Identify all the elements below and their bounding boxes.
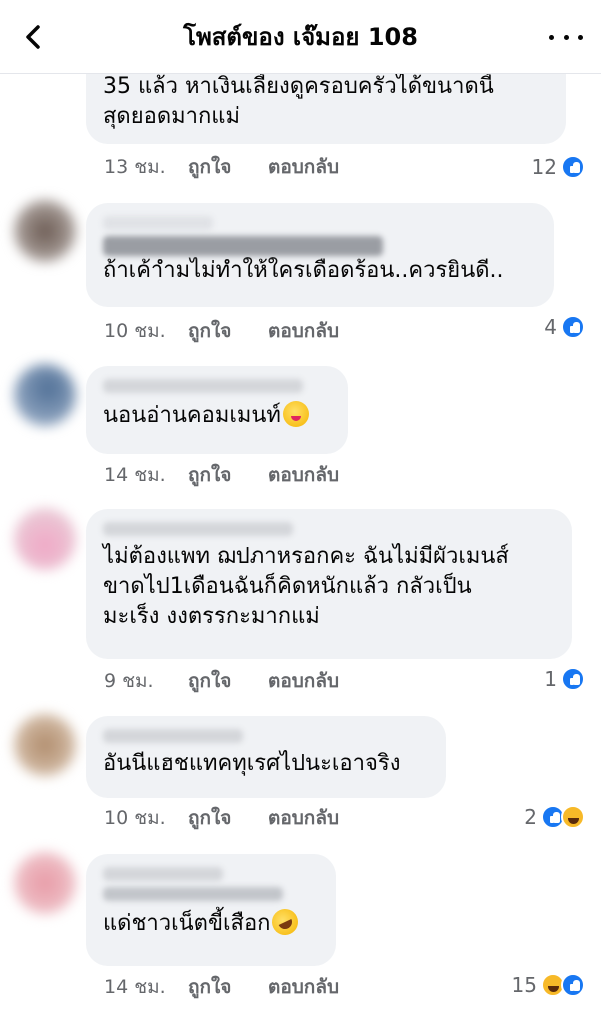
rofl-face-emoji-icon [268, 904, 303, 940]
avatar[interactable] [14, 364, 76, 426]
comment-text-line: 35 แล้ว หาเงินเลี้ยงดูครอบครัวได้ขนาดนี้ [103, 74, 494, 99]
like-button[interactable]: ถูกใจ [188, 460, 268, 490]
like-button[interactable]: ถูกใจ [188, 316, 268, 346]
yum-face-emoji-icon [282, 401, 309, 427]
comment-bubble[interactable]: แด่ชาวเน็ตขี้เสือก [86, 854, 336, 966]
avatar[interactable] [14, 714, 76, 776]
avatar[interactable] [14, 508, 76, 570]
comment-author[interactable] [103, 729, 243, 743]
comment-bubble[interactable]: อันนีแฮชแทคทุเรศไปนะเอาจริง [86, 716, 446, 798]
like-reaction-icon [561, 155, 585, 179]
reaction-summary[interactable]: 1 [544, 664, 585, 694]
reaction-summary[interactable]: 15 [512, 970, 585, 1000]
more-horizontal-icon [549, 34, 554, 40]
comment-author[interactable] [103, 216, 213, 230]
comment-text-line: ไม่ต้องแพท ฌปภาหรอกคะ ฉันไม่มีผัวเมนส์ [103, 544, 509, 569]
comment-author-tag[interactable] [103, 887, 283, 901]
like-button[interactable]: ถูกใจ [188, 972, 268, 1002]
page-title: โพสต์ของ เจ๊มอย 108 [183, 23, 418, 51]
reply-button[interactable]: ตอบกลับ [268, 152, 339, 182]
comment-text-line: มะเร็ง งงตรรกะมากแม่ [103, 604, 320, 629]
like-button[interactable]: ถูกใจ [188, 152, 268, 182]
comment-time: 14 ชม. [104, 464, 166, 486]
comment-author[interactable] [103, 522, 293, 536]
reply-button[interactable]: ตอบกลับ [268, 460, 339, 490]
reaction-count: 12 [531, 155, 557, 179]
comment-meta: 10 ชม. ถูกใจ ตอบกลับ [104, 316, 339, 346]
comment-text-line: แด่ชาวเน็ตขี้เสือก [103, 904, 319, 940]
comment-text-line: อันนีแฮชแทคทุเรศไปนะเอาจริง [103, 751, 401, 776]
reaction-summary[interactable]: 12 [532, 152, 585, 182]
comment-time: 14 ชม. [104, 976, 166, 998]
comment-bubble[interactable]: นอนอ่านคอมเมนท์ [86, 366, 348, 454]
comment-bubble[interactable]: ถ้าเค้าํามไม่ทำให้ใครเดือดร้อน..ควรยินดี… [86, 203, 554, 307]
like-reaction-icon [561, 973, 585, 997]
avatar[interactable] [14, 852, 76, 914]
comment-text-line: สุดยอดมากแม่ [103, 104, 240, 129]
reaction-count: 2 [524, 805, 537, 829]
comment-bubble[interactable]: ไม่ต้องแพท ฌปภาหรอกคะ ฉันไม่มีผัวเมนส์ ข… [86, 509, 572, 659]
comment-meta: 9 ชม. ถูกใจ ตอบกลับ [104, 666, 339, 696]
more-options-button[interactable] [549, 22, 583, 52]
comment-time: 10 ชม. [104, 807, 166, 829]
comment-time: 10 ชม. [104, 320, 166, 342]
post-header: โพสต์ของ เจ๊มอย 108 [0, 0, 601, 74]
comment-meta: 14 ชม. ถูกใจ ตอบกลับ [104, 460, 339, 490]
avatar[interactable] [14, 200, 76, 262]
comment-time: 9 ชม. [104, 670, 154, 692]
like-button[interactable]: ถูกใจ [188, 666, 268, 696]
reaction-summary[interactable]: 4 [544, 312, 585, 342]
comment-author-tag[interactable] [103, 236, 383, 256]
reaction-count: 4 [544, 315, 557, 339]
comment-text-line: นอนอ่านคอมเมนท์ [103, 401, 331, 431]
comment-meta: 14 ชม. ถูกใจ ตอบกลับ [104, 972, 339, 1002]
comment-text-line: ถ้าเค้าํามไม่ทำให้ใครเดือดร้อน..ควรยินดี… [103, 258, 504, 283]
haha-reaction-icon [561, 805, 585, 829]
reply-button[interactable]: ตอบกลับ [268, 972, 339, 1002]
like-button[interactable]: ถูกใจ [188, 803, 268, 833]
comment-author[interactable] [103, 867, 223, 881]
comment-meta: 13 ชม. ถูกใจ ตอบกลับ [104, 152, 339, 182]
reaction-count: 1 [544, 667, 557, 691]
comment-time: 13 ชม. [104, 156, 166, 178]
reply-button[interactable]: ตอบกลับ [268, 316, 339, 346]
reaction-summary[interactable]: 2 [524, 802, 585, 832]
comment-author[interactable] [103, 379, 303, 393]
reply-button[interactable]: ตอบกลับ [268, 666, 339, 696]
like-reaction-icon [561, 315, 585, 339]
reply-button[interactable]: ตอบกลับ [268, 803, 339, 833]
comment-meta: 10 ชม. ถูกใจ ตอบกลับ [104, 803, 339, 833]
reaction-count: 15 [511, 973, 537, 997]
like-reaction-icon [561, 667, 585, 691]
comment-text-line: ขาดไป1เดือนฉันก็คิดหนักแล้ว กลัวเป็น [103, 574, 472, 599]
